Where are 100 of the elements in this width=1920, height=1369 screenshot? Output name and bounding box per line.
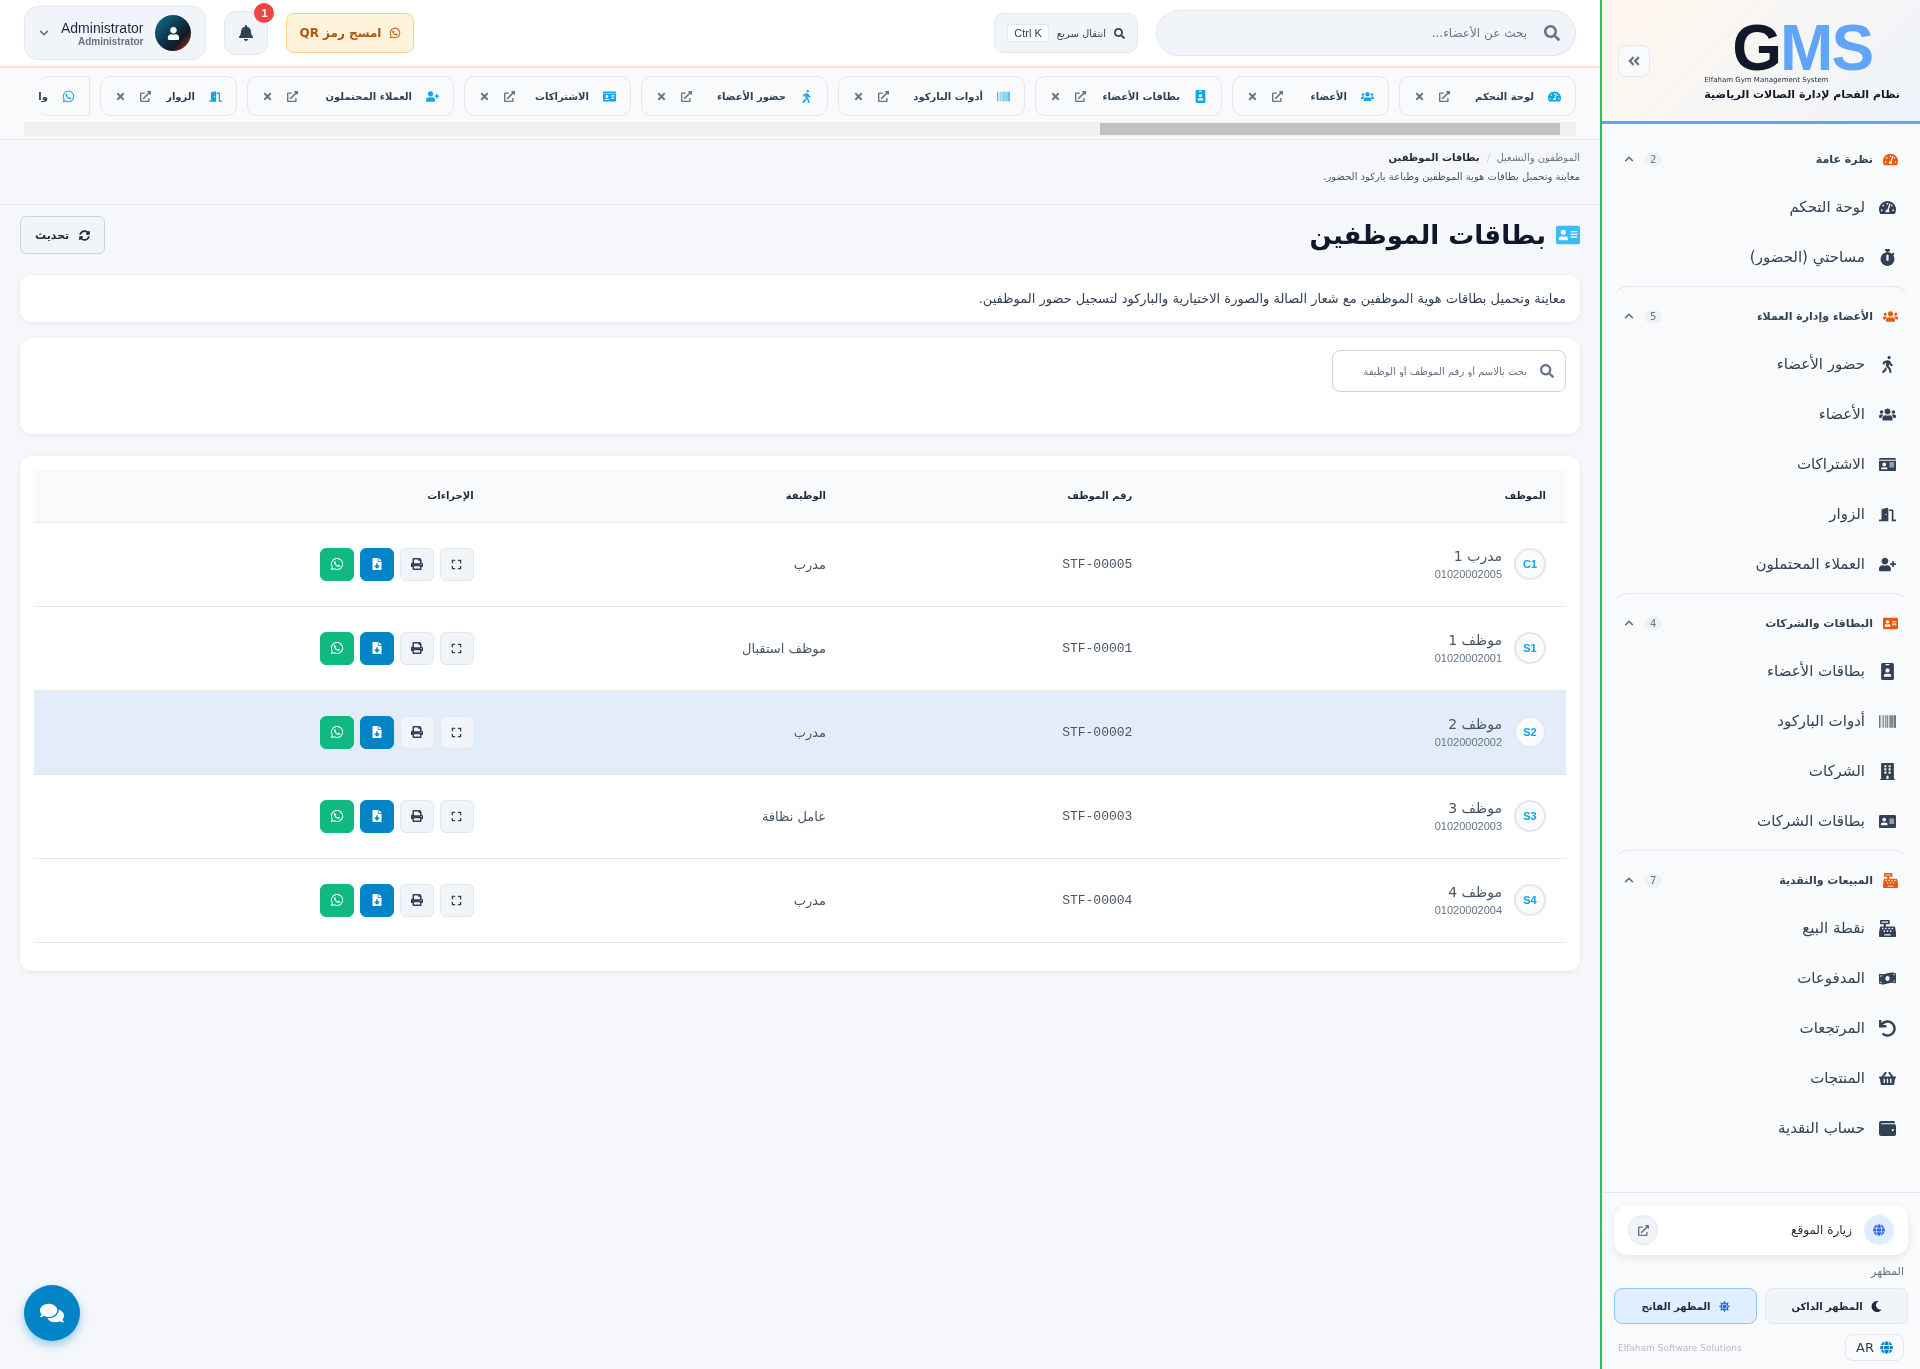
job-title: مدرب [793,892,826,908]
breadcrumb-link[interactable]: الموظفون والتشغيل [1496,152,1580,163]
tab[interactable]: لوحة التحكم [1399,76,1576,116]
whatsapp-icon [329,557,344,571]
close-icon[interactable] [115,90,126,102]
bell-icon [238,25,255,41]
collapse-button[interactable] [1618,44,1650,77]
notifications-button[interactable] [224,11,269,55]
theme-button[interactable]: المظهر الفاتح [1614,1288,1757,1324]
nav-item[interactable]: بطاقات الشركات [1614,796,1908,846]
avatar-initials: S2 [1514,716,1546,748]
close-icon[interactable] [656,90,667,102]
theme-button[interactable]: المظهر الداكن [1765,1288,1908,1324]
nav-item[interactable]: مساحتي (الحضور) [1614,232,1908,282]
print-button[interactable] [399,631,434,665]
nav-item[interactable]: بطاقات الأعضاء [1614,646,1908,696]
description-text: معاينة وتحميل بطاقات هوية الموظفين مع شعار الصالة والصورة الاختيارية والباركود لتسجيل حضور الموظفين. [977,290,1567,309]
tab[interactable]: الزوار [100,76,237,116]
external-link-icon[interactable] [504,90,515,102]
external-link-icon[interactable] [1439,90,1450,102]
close-icon[interactable] [262,90,273,102]
nav-item[interactable]: المدفوعات [1614,953,1908,1003]
chevron-up-icon[interactable] [1624,154,1634,164]
tab[interactable]: الاشتراكات [464,76,631,116]
tab[interactable]: أدوات الباركود [838,76,1025,116]
search-field[interactable]: بحث عن الأعضاء... [1156,10,1576,56]
door-icon [1879,505,1896,523]
chevron-up-icon[interactable] [1624,311,1634,321]
nav-item[interactable]: العملاء المحتملون [1614,539,1908,589]
breadcrumb-link[interactable]: بطاقات الموظفين [1388,152,1480,163]
nav-item[interactable]: حضور الأعضاء [1614,339,1908,389]
whatsapp-button[interactable] [319,883,354,917]
tab[interactable]: حضور الأعضاء [641,76,828,116]
nav-item[interactable]: لوحة التحكم [1614,182,1908,232]
column-header: الوظيفة [493,470,846,522]
nav-item[interactable]: المرتجعات [1614,1003,1908,1053]
whatsapp-button[interactable] [319,799,354,833]
count-badge: 2 [1644,152,1663,166]
employee-phone: 01020002004 [1434,904,1502,916]
nav-item[interactable]: المنتجات [1614,1053,1908,1103]
badge-icon [1194,89,1207,103]
external-link-icon[interactable] [287,90,298,102]
nav-item[interactable]: حساب النقدية [1614,1103,1908,1153]
download-icon [370,726,383,738]
people-icon [1361,89,1374,103]
print-button[interactable] [399,883,434,917]
close-icon[interactable] [479,90,490,102]
employee-id: STF-00003 [1062,809,1133,824]
visit-site-link[interactable]: زيارة الموقع [1614,1205,1908,1255]
expand-icon [451,558,463,570]
chevron-up-icon[interactable] [1624,875,1634,885]
external-link-icon[interactable] [1272,90,1283,102]
print-button[interactable] [399,547,434,581]
building-icon [1879,762,1896,780]
chat-button[interactable] [24,1285,80,1341]
close-icon[interactable] [1247,90,1258,102]
download-icon [370,558,383,570]
gauge-icon [1883,151,1898,167]
employee-name: موظف 1 [1447,632,1502,648]
tab[interactable]: العملاء المحتملون [247,76,454,116]
nav-item[interactable]: الشركات [1614,746,1908,796]
nav-item[interactable]: أدوات الباركود [1614,696,1908,746]
close-icon[interactable] [1050,90,1061,102]
download-button[interactable] [359,883,394,917]
language-button[interactable]: AR [1845,1334,1904,1361]
print-icon [410,894,423,906]
print-button[interactable] [399,799,434,833]
nav-item[interactable]: الاشتراكات [1614,439,1908,489]
nav-item[interactable]: نقطة البيع [1614,903,1908,953]
search-icon [1114,27,1125,39]
external-link-icon[interactable] [878,90,889,102]
tab[interactable]: وا [38,76,90,116]
whatsapp-button[interactable] [319,631,354,665]
print-icon [410,810,423,822]
group-title: نظرة عامة [1814,152,1873,166]
tab[interactable]: بطاقات الأعضاء [1035,76,1222,116]
whatsapp-button[interactable] [319,547,354,581]
external-link-icon[interactable] [140,90,151,102]
nav-item[interactable]: الزوار [1614,489,1908,539]
qr-scan-button[interactable]: امسح رمز QR [286,13,415,53]
footer-credit: Elfaham Software Solutions [1618,1342,1742,1353]
download-button[interactable] [359,715,394,749]
external-link-icon[interactable] [681,90,692,102]
employee-id: STF-00005 [1062,557,1133,572]
print-button[interactable] [399,715,434,749]
search-icon [1544,25,1560,41]
download-button[interactable] [359,547,394,581]
tab[interactable]: الأعضاء [1232,76,1389,116]
download-button[interactable] [359,631,394,665]
close-icon[interactable] [853,90,864,102]
chevron-up-icon[interactable] [1624,618,1634,628]
refresh-button[interactable]: تحديث [20,216,106,254]
logo: GMS [1732,20,1873,76]
close-icon[interactable] [1414,90,1425,102]
download-button[interactable] [359,799,394,833]
user-menu[interactable]: Administrator Administrator [24,6,207,60]
external-link-icon[interactable] [1075,90,1086,102]
barcode-icon [1879,712,1896,730]
user-plus-icon [426,89,439,103]
nav-item[interactable]: الأعضاء [1614,389,1908,439]
